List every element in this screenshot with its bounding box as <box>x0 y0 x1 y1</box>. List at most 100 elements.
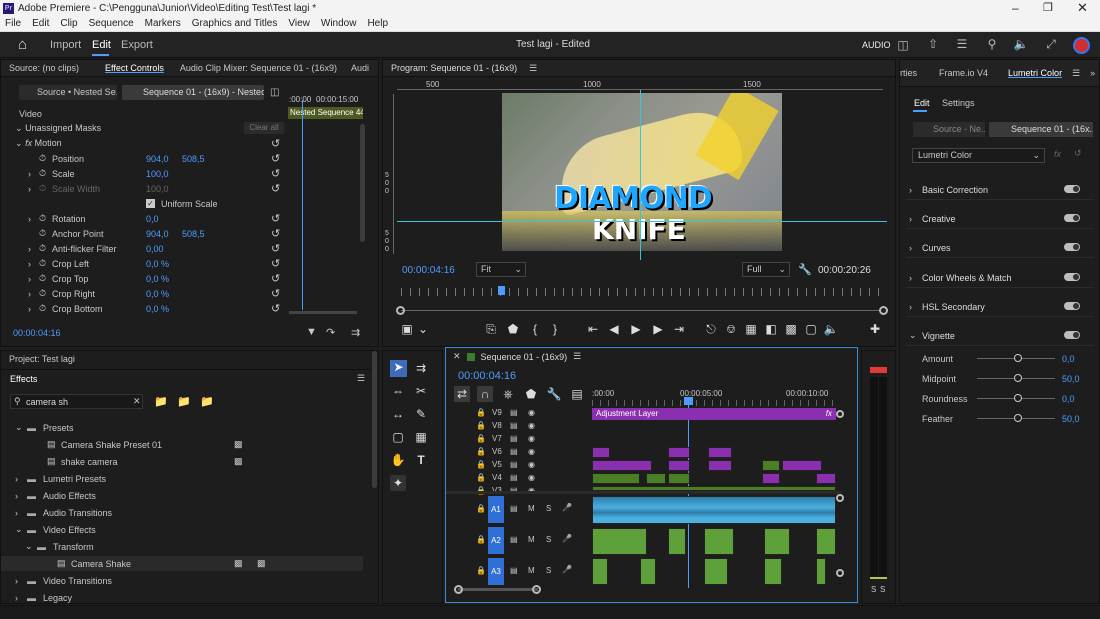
eye-icon[interactable]: ◉ <box>528 421 535 430</box>
property-value[interactable]: 0,0 % <box>146 304 169 314</box>
safe-margins-icon[interactable]: ▣ <box>399 321 415 337</box>
close-button[interactable]: ✕ <box>1077 0 1088 16</box>
reset-icon[interactable]: ↺ <box>271 242 280 255</box>
panel-menu-icon[interactable]: ☰ <box>523 63 543 74</box>
lock-icon[interactable]: 🔒 <box>476 447 486 456</box>
slider-thumb[interactable] <box>1014 394 1022 402</box>
pen-tool[interactable]: ✎ <box>413 406 429 422</box>
eye-icon[interactable]: ◉ <box>528 447 535 456</box>
stopwatch-icon[interactable]: ⏱ <box>39 288 46 299</box>
panel-layout-icon[interactable]: ◫ <box>893 38 913 52</box>
sequence-clip-selector[interactable]: Sequence 01 - (16x9) - Nested ... <box>122 85 264 100</box>
marker-icon[interactable]: ⬟ <box>523 386 539 402</box>
captions-icon[interactable]: ▤ <box>569 386 585 402</box>
scroll-handle-left[interactable] <box>396 306 405 315</box>
reset-icon[interactable]: ↺ <box>271 227 280 240</box>
lock-icon[interactable]: 🔒 <box>476 421 486 430</box>
chevron-down-icon[interactable]: ⌄ <box>25 541 33 552</box>
track-label[interactable]: A2 <box>488 527 504 554</box>
menu-item-markers[interactable]: Markers <box>145 18 181 29</box>
mark-out-icon[interactable]: } <box>547 321 563 337</box>
audio-clip-a1[interactable] <box>592 496 836 524</box>
panel-menu-icon[interactable]: ☰ <box>567 351 581 362</box>
tab-export[interactable]: Export <box>121 39 153 51</box>
timeline-vscroll-top[interactable] <box>836 410 844 418</box>
clear-search-icon[interactable]: ✕ <box>133 396 141 407</box>
sync-lock-icon[interactable]: ▤ <box>510 535 518 544</box>
microphone-icon[interactable]: 🎤 <box>562 565 572 574</box>
timeline-vscroll-mid[interactable] <box>836 494 844 502</box>
nested-clip-bar[interactable]: Nested Sequence 44 <box>288 107 363 119</box>
stopwatch-icon[interactable]: ⏱ <box>39 258 46 269</box>
new-bin-icon[interactable]: 📁 <box>154 395 168 408</box>
chevron-right-icon[interactable]: » <box>1084 68 1099 78</box>
menu-item-sequence[interactable]: Sequence <box>89 18 134 29</box>
slider-value[interactable]: 50,0 <box>1062 414 1080 424</box>
slider-value[interactable]: 0,0 <box>1062 394 1075 404</box>
slip-tool[interactable]: ↔ <box>390 406 406 422</box>
volume-icon[interactable]: 🔈 <box>1011 37 1031 51</box>
solo-left[interactable]: S <box>871 585 876 594</box>
tree-item[interactable]: › ▬ Audio Effects <box>1 488 361 503</box>
timeline-timecode[interactable]: 00:00:04:16 <box>458 370 516 382</box>
guide-horizontal[interactable] <box>397 221 887 222</box>
sync-lock-icon[interactable]: ▤ <box>510 460 518 469</box>
chevron-right-icon[interactable]: › <box>909 243 912 253</box>
reset-icon[interactable]: ↺ <box>271 167 280 180</box>
subtab-settings[interactable]: Settings <box>942 98 975 108</box>
track-label[interactable]: A3 <box>488 558 504 585</box>
timeline-vscroll-bottom[interactable] <box>836 569 844 577</box>
sync-lock-icon[interactable]: ▤ <box>510 447 518 456</box>
lock-icon[interactable]: 🔒 <box>476 504 486 513</box>
ripple-edit-tool[interactable]: ⇔ <box>390 383 406 399</box>
source-clip-selector[interactable]: Source • Nested Se... <box>19 85 117 100</box>
ec-zoom-bar[interactable] <box>289 311 357 314</box>
property-value[interactable]: 0,0 % <box>146 289 169 299</box>
tree-item[interactable]: ⌄ ▬ Video Effects <box>1 522 361 537</box>
slider-value[interactable]: 50,0 <box>1062 374 1080 384</box>
chevron-right-icon[interactable]: › <box>909 302 912 312</box>
insert-icon[interactable]: ⎘ <box>483 321 499 337</box>
chevron-down-icon[interactable]: ⌄ <box>909 330 917 341</box>
lumetri-sequence-selector[interactable]: Sequence 01 - (16x... <box>989 122 1093 137</box>
chevron-down-icon[interactable]: ⌄ <box>15 138 23 148</box>
audio-clip[interactable] <box>764 558 782 585</box>
tab-audio[interactable]: Audi <box>343 63 375 73</box>
section-toggle[interactable] <box>1064 273 1080 281</box>
menu-item-edit[interactable]: Edit <box>32 18 49 29</box>
razor-tool[interactable]: ✂ <box>413 383 429 399</box>
effects-search-input[interactable] <box>26 396 126 408</box>
section-toggle[interactable] <box>1064 331 1080 339</box>
lumetri-section[interactable]: › HSL Secondary <box>900 299 1095 314</box>
resolution-dropdown[interactable]: Full ⌄ <box>742 262 790 277</box>
export-frame-icon[interactable]: ↷ <box>326 326 335 339</box>
tab-lumetri-color[interactable]: Lumetri Color <box>994 68 1068 78</box>
hand-tool[interactable]: ✋ <box>390 452 406 468</box>
property-value-y[interactable]: 508,5 <box>182 154 205 164</box>
lock-icon[interactable]: 🔒 <box>476 535 486 544</box>
minimize-button[interactable]: – <box>1012 1 1019 15</box>
reset-icon[interactable]: ↺ <box>271 302 280 315</box>
lock-icon[interactable]: 🔒 <box>476 460 486 469</box>
eye-icon[interactable]: ◉ <box>528 434 535 443</box>
tab-audio-clip-mixer[interactable]: Audio Clip Mixer: Sequence 01 - (16x9) <box>170 63 343 73</box>
lumetri-section[interactable]: › Curves <box>900 240 1095 255</box>
section-toggle[interactable] <box>1064 185 1080 193</box>
sync-lock-icon[interactable]: ▤ <box>510 421 518 430</box>
menu-item-file[interactable]: File <box>5 18 21 29</box>
stopwatch-icon[interactable]: ⏱ <box>39 213 46 224</box>
sync-lock-icon[interactable]: ▤ <box>510 566 518 575</box>
tab-properties[interactable]: rties <box>900 68 923 78</box>
chevron-right-icon[interactable]: › <box>15 474 18 484</box>
guide-vertical[interactable] <box>640 90 641 260</box>
property-value[interactable]: 100,0 <box>146 169 169 179</box>
clip[interactable] <box>668 447 690 458</box>
property-value[interactable]: 0,00 <box>146 244 164 254</box>
clip[interactable] <box>668 460 690 471</box>
lock-icon[interactable]: 🔒 <box>476 473 486 482</box>
track-label[interactable]: V5 <box>492 460 502 469</box>
program-time-ruler[interactable] <box>401 288 883 296</box>
chevron-right-icon[interactable]: › <box>909 273 912 283</box>
stopwatch-icon[interactable]: ⏱ <box>39 153 46 164</box>
timeline-hscroll[interactable] <box>458 588 538 591</box>
